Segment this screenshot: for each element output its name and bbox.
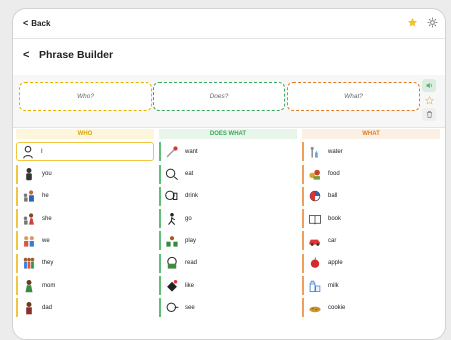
word-label: eat (185, 171, 194, 178)
play-icon (166, 236, 178, 247)
read-icon (167, 257, 177, 269)
milk-icon (309, 280, 321, 292)
who-column-header: WHO (16, 129, 154, 139)
what-column: WHAT water food ball book car apple milk… (302, 129, 440, 318)
word-label: mom (42, 282, 56, 289)
word-tile-apple[interactable]: apple (302, 253, 440, 273)
apple-icon (310, 257, 320, 269)
does-slot[interactable]: Does? (153, 82, 285, 111)
chevron-left-icon: < (23, 18, 29, 28)
word-tile-milk[interactable]: milk (302, 276, 440, 296)
eat-icon (165, 168, 178, 181)
word-tile-see[interactable]: see (159, 298, 297, 318)
word-label: milk (328, 282, 339, 289)
favorite-phrase-button[interactable] (422, 94, 436, 107)
clear-button[interactable] (422, 108, 436, 121)
word-tile-ball[interactable]: ball (302, 186, 440, 206)
word-tile-car[interactable]: car (302, 231, 440, 251)
boy-icon (23, 190, 34, 202)
word-label: book (328, 215, 342, 222)
star-icon[interactable] (407, 17, 418, 28)
word-tile-she[interactable]: she (16, 209, 154, 229)
word-label: water (328, 148, 343, 155)
does-what-column: DOES WHAT want eat drink go play read li… (159, 129, 297, 318)
go-icon (168, 212, 176, 225)
word-label: he (42, 193, 49, 200)
want-icon (166, 146, 178, 158)
mother-icon (25, 279, 33, 292)
word-tile-they[interactable]: they (16, 253, 154, 273)
word-tile-mom[interactable]: mom (16, 276, 154, 296)
word-label: she (42, 215, 52, 222)
car-icon (309, 239, 320, 246)
word-tile-he[interactable]: he (16, 186, 154, 206)
back-button[interactable]: < Back (23, 18, 50, 28)
word-tile-eat[interactable]: eat (159, 164, 297, 184)
word-tile-cookie[interactable]: cookie (302, 298, 440, 318)
word-label: they (42, 260, 54, 267)
app-window: < Back < Phrase Builder Who? Does? What? … (12, 8, 446, 340)
word-label: car (328, 237, 337, 244)
speak-button[interactable] (422, 79, 436, 92)
drink-icon (165, 191, 178, 201)
word-label: drink (185, 193, 199, 200)
word-label: want (185, 148, 198, 155)
word-label: like (185, 282, 195, 289)
word-tile-drink[interactable]: drink (159, 186, 297, 206)
what-column-header: WHAT (302, 129, 440, 139)
word-tile-you[interactable]: you (16, 164, 154, 184)
top-bar: < Back (13, 9, 445, 39)
word-label: cookie (328, 304, 346, 311)
who-slot[interactable]: Who? (19, 82, 152, 111)
word-label: ball (328, 193, 338, 200)
father-icon (26, 301, 32, 315)
back-label: Back (31, 19, 51, 28)
group-icon (24, 236, 34, 247)
word-label: dad (42, 304, 53, 311)
person-pointing-icon (26, 168, 32, 181)
word-tile-go[interactable]: go (159, 209, 297, 229)
page-title: Phrase Builder (39, 49, 114, 61)
word-tile-water[interactable]: water (302, 142, 440, 162)
water-icon (310, 146, 318, 158)
title-bar: < Phrase Builder (13, 39, 445, 76)
word-tile-we[interactable]: we (16, 231, 154, 251)
word-tile-dad[interactable]: dad (16, 298, 154, 318)
word-label: apple (328, 260, 343, 267)
star-outline-icon (424, 96, 434, 105)
word-label: we (42, 237, 50, 244)
word-label: you (42, 171, 52, 178)
word-label: play (185, 237, 197, 244)
speaker-icon (426, 82, 432, 89)
word-tile-read[interactable]: read (159, 253, 297, 273)
see-icon (166, 302, 179, 312)
trash-icon (426, 111, 432, 118)
word-label: go (185, 215, 192, 222)
brightness-icon[interactable] (427, 17, 438, 28)
book-icon (309, 214, 321, 225)
word-tile-want[interactable]: want (159, 142, 297, 162)
girl-icon (23, 213, 34, 225)
word-label: food (328, 171, 340, 178)
ball-icon (309, 191, 321, 202)
word-tile-food[interactable]: food (302, 164, 440, 184)
word-label: read (185, 260, 198, 267)
title-back-chevron-icon[interactable]: < (23, 49, 29, 61)
cookie-icon (309, 306, 321, 313)
word-label: I (41, 148, 43, 155)
word-tile-play[interactable]: play (159, 231, 297, 251)
people-icon (23, 258, 35, 269)
person-pointing-self-icon (23, 145, 33, 159)
word-tile-i[interactable]: I (16, 142, 154, 162)
phrase-builder-strip: Who? Does? What? (13, 75, 445, 128)
food-icon (309, 169, 320, 180)
does-what-column-header: DOES WHAT (159, 129, 297, 139)
word-tile-book[interactable]: book (302, 209, 440, 229)
who-column: WHO I you he she we they mom dad (16, 129, 154, 318)
word-tile-like[interactable]: like (159, 276, 297, 296)
like-icon (167, 279, 178, 292)
word-label: see (185, 304, 195, 311)
what-slot[interactable]: What? (287, 82, 420, 111)
